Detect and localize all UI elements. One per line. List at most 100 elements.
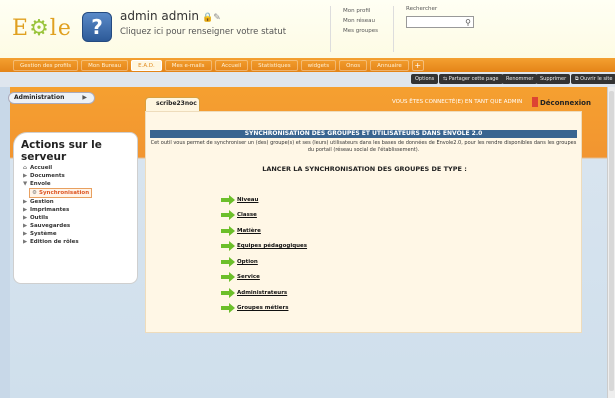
sync-row: Groupes métiers — [221, 301, 307, 317]
administration-tab-label: Administration — [14, 94, 65, 101]
connected-status: VOUS ÊTES CONNECTÉ(E) EN TANT QUE ADMIN — [392, 99, 523, 105]
sidebar: Actions sur le serveur ⌂ Accueil ▶ Document… — [13, 132, 138, 284]
logout-label: Déconnexion — [540, 99, 591, 107]
sync-link[interactable]: Equipes pédagogiques — [237, 243, 307, 249]
user-name[interactable]: admin admin — [120, 9, 199, 23]
nav-item[interactable]: E.A.D. — [131, 59, 162, 71]
avatar[interactable]: ? — [82, 12, 112, 42]
search-area: Rechercher ⚲ — [393, 6, 474, 52]
collapsed-arrow-icon: ▶ — [23, 231, 28, 237]
profile-link[interactable]: Mon profil — [343, 6, 400, 16]
search-icon[interactable]: ⚲ — [465, 17, 471, 28]
options-button[interactable]: Options — [411, 74, 439, 84]
sidebar-item[interactable]: ▶ Outils — [21, 214, 130, 222]
open-site-label: Ouvrir le site — [580, 76, 613, 82]
header: E⚙le ? admin admin 🔒✎ Cliquez ici pour re… — [0, 0, 615, 58]
sidebar-item[interactable]: ▼ Envole — [21, 180, 130, 188]
sync-row: Administrateurs — [221, 285, 307, 301]
sidebar-item-label: Imprimantes — [30, 207, 70, 213]
add-tab-icon[interactable]: + — [411, 59, 424, 71]
nav-item[interactable]: Annuaire — [370, 59, 409, 71]
green-arrow-icon — [221, 272, 235, 283]
rename-button[interactable]: Renommer — [502, 74, 538, 84]
nav-item[interactable]: widgets — [300, 59, 337, 71]
sidebar-item-label: Documents — [30, 173, 65, 179]
sidebar-item[interactable]: ⚙ Synchronisation — [21, 188, 130, 198]
delete-button[interactable]: Supprimer — [536, 74, 571, 84]
sidebar-item[interactable]: ⌂ Accueil — [21, 164, 130, 172]
sync-icon: ⚙ — [32, 190, 37, 196]
gear-logo-icon: ⚙ — [29, 16, 50, 41]
nav-item[interactable]: Onos — [339, 59, 368, 71]
sidebar-item[interactable]: ▶ Documents — [21, 172, 130, 180]
lock-edit-icon: 🔒✎ — [202, 13, 221, 23]
sync-link[interactable]: Service — [237, 274, 260, 280]
content-panel: SYNCHRONISATION DES GROUPES ET UTILISATE… — [145, 111, 582, 333]
sync-link[interactable]: Groupes métiers — [237, 305, 288, 311]
sync-row: Equipes pédagogiques — [221, 239, 307, 255]
sidebar-title: Actions sur le serveur — [21, 139, 102, 163]
logout-button[interactable]: Déconnexion — [532, 97, 591, 107]
collapsed-arrow-icon: ▶ — [23, 223, 28, 229]
green-arrow-icon — [221, 287, 235, 298]
search-input[interactable]: ⚲ — [406, 16, 474, 28]
sync-row: Service — [221, 270, 307, 286]
sync-link[interactable]: Administrateurs — [237, 290, 287, 296]
nav-item[interactable]: Mon Bureau — [81, 59, 129, 71]
share-page-label: Partager cette page — [448, 76, 499, 82]
collapsed-arrow-icon: ▶ — [23, 239, 28, 245]
sync-link[interactable]: Niveau — [237, 197, 258, 203]
sidebar-item[interactable]: ▶ Imprimantes — [21, 206, 130, 214]
green-arrow-icon — [221, 256, 235, 267]
sidebar-item-label: Envole — [30, 181, 51, 187]
expanded-arrow-icon: ▼ — [23, 181, 28, 187]
groups-link[interactable]: Mes groupes — [343, 26, 400, 36]
collapsed-arrow-icon: ▶ — [23, 173, 28, 179]
page-toolbar: Options ⇆ Partager cette page Renommer S… — [0, 72, 615, 87]
sidebar-item-label: Sauvegardes — [30, 223, 71, 229]
sidebar-item[interactable]: ▶ Sauvegardes — [21, 222, 130, 230]
collapsed-arrow-icon: ▶ — [23, 207, 28, 213]
server-tab[interactable]: scribe23noc — [145, 97, 200, 111]
green-arrow-icon — [221, 194, 235, 205]
open-site-button[interactable]: ⧉ Ouvrir le site — [571, 74, 615, 84]
sidebar-item-label: Accueil — [30, 165, 53, 171]
sidebar-item[interactable]: ▶ Edition de rôles — [21, 238, 130, 246]
content-subtitle: LANCER LA SYNCHRONISATION DES GROUPES DE… — [262, 165, 467, 173]
scrollbar[interactable] — [607, 87, 615, 398]
nav-item[interactable]: Mes e-mails — [164, 59, 212, 71]
sidebar-item[interactable]: ▶ Système — [21, 230, 130, 238]
green-arrow-icon — [221, 225, 235, 236]
content-description: Cet outil vous permet de synchroniser un… — [150, 140, 577, 153]
user-status-link[interactable]: Cliquez ici pour renseigner votre statut — [120, 27, 286, 37]
sync-link[interactable]: Matière — [237, 228, 261, 234]
share-page-button[interactable]: ⇆ Partager cette page — [439, 74, 503, 84]
sidebar-item-label: Outils — [30, 215, 49, 221]
nav-item[interactable]: Gestion des profils — [13, 59, 79, 71]
content-title: SYNCHRONISATION DES GROUPES ET UTILISATE… — [150, 130, 577, 138]
administration-tab[interactable]: Administration ▶ — [8, 92, 95, 104]
sync-row: Niveau — [221, 192, 307, 208]
nav-item[interactable]: Statistiques — [251, 59, 298, 71]
sync-list: Niveau Classe Matière Equipes pédagogiques O… — [221, 192, 307, 316]
search-label: Rechercher — [406, 6, 438, 12]
collapsed-arrow-icon: ▶ — [23, 199, 28, 205]
sidebar-item-label: Synchronisation — [39, 190, 90, 196]
nav-item[interactable]: Accueil — [214, 59, 249, 71]
profile-links: Mon profil Mon réseau Mes groupes — [330, 6, 400, 52]
home-icon: ⌂ — [23, 165, 27, 171]
scrollbar-thumb[interactable] — [609, 91, 614, 391]
green-arrow-icon — [221, 210, 235, 221]
tab-arrow-icon: ▶ — [82, 94, 87, 101]
sidebar-item[interactable]: ▶ Gestion — [21, 198, 130, 206]
sync-link[interactable]: Classe — [237, 212, 257, 218]
sidebar-item-label: Gestion — [30, 199, 54, 205]
green-arrow-icon — [221, 241, 235, 252]
sync-link[interactable]: Option — [237, 259, 258, 265]
selected-item[interactable]: ⚙ Synchronisation — [29, 188, 93, 198]
logout-icon — [532, 97, 538, 107]
network-link[interactable]: Mon réseau — [343, 16, 400, 26]
eole-logo[interactable]: E⚙le — [12, 16, 72, 41]
sidebar-item-label: Système — [30, 231, 57, 237]
sync-row: Option — [221, 254, 307, 270]
